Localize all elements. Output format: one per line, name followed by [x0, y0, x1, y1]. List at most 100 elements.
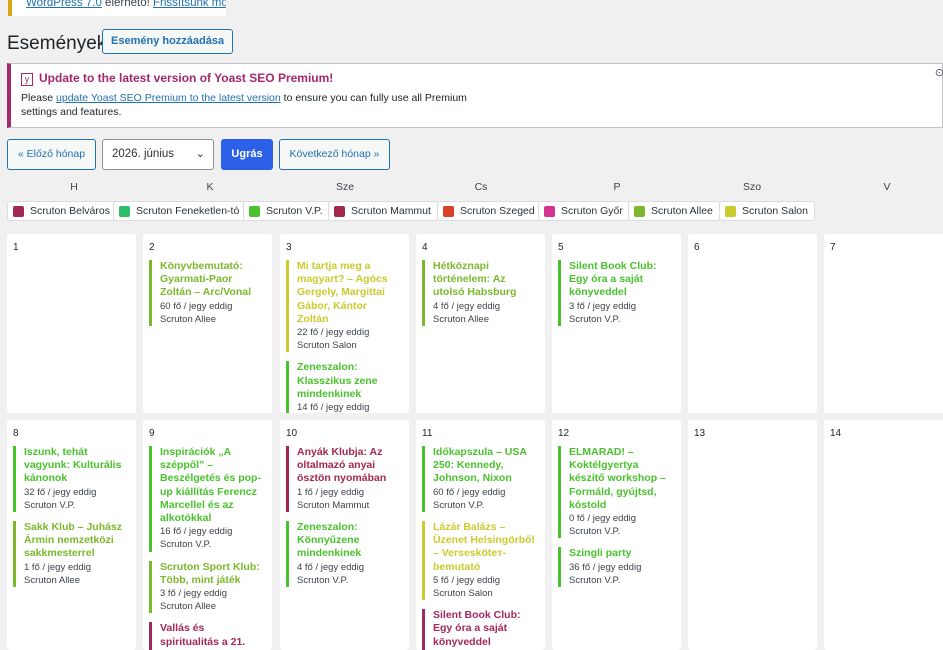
event-item[interactable]: Scruton Sport Klub: Több, mint játék 3 fő…: [149, 560, 266, 614]
event-title[interactable]: Silent Book Club: Egy óra a saját könyve…: [433, 609, 535, 649]
weekday-label: Sze: [335, 181, 355, 193]
weekday-label: H: [70, 181, 78, 193]
event-venue: Scruton V.P.: [569, 313, 621, 325]
event-venue: Scruton V.P.: [569, 574, 621, 586]
event-item[interactable]: Szingli party 36 fő / jegy eddig Scruton V…: [558, 547, 675, 588]
legend-label: Scruton V.P.: [266, 205, 323, 217]
day-number: 11: [422, 428, 433, 439]
event-item[interactable]: Lázár Balázs – Üzenet Helsingörből – Ver…: [422, 521, 539, 601]
legend-item[interactable]: Scruton V.P.: [243, 201, 330, 221]
event-title[interactable]: Iszunk, tehát vagyunk: Kulturális kánono…: [24, 446, 126, 486]
add-event-button[interactable]: Esemény hozzáadása: [102, 29, 234, 54]
legend-label: Scruton Salon: [742, 205, 808, 217]
calendar-day[interactable]: 9 Inspirációk „A széppől” – Beszélgetés é…: [143, 420, 272, 650]
notice-title: y Update to the latest version of Yoast S…: [21, 71, 333, 86]
calendar-day[interactable]: 6: [688, 234, 817, 413]
event-item[interactable]: Zeneszalon: Könnyűzene mindenkinek 4 fő /…: [286, 521, 403, 588]
event-title[interactable]: Scruton Sport Klub: Több, mint játék: [160, 561, 262, 587]
legend-label: Scruton Mammut: [351, 205, 431, 217]
legend-swatch: [725, 206, 736, 217]
yoast-icon: y: [21, 73, 33, 86]
event-title[interactable]: Szingli party: [569, 547, 671, 560]
event-seats: 0 fő / jegy eddig: [569, 513, 637, 525]
next-month-button[interactable]: Következő hónap »: [279, 139, 390, 170]
legend-item[interactable]: Scruton Feneketlen-tó: [113, 201, 247, 221]
event-title[interactable]: Mi tartja meg a magyart? – Agócs Gergely…: [297, 260, 399, 326]
calendar-day[interactable]: 3 Mi tartja meg a magyart? – Agócs Gergel…: [280, 234, 409, 413]
update-now-link[interactable]: Frissítsünk most!: [153, 0, 226, 9]
previous-month-button[interactable]: « Előző hónap: [7, 139, 96, 170]
yoast-update-notice: y Update to the latest version of Yoast S…: [7, 63, 943, 128]
event-item[interactable]: ELMARAD! – Koktélgyertya készítő worksho…: [558, 446, 675, 539]
event-item[interactable]: Inspirációk „A széppől” – Beszélgetés és…: [149, 446, 266, 552]
calendar-day[interactable]: 1: [7, 234, 136, 413]
calendar-day[interactable]: 5 Silent Book Club: Egy óra a saját könyv…: [552, 234, 681, 413]
legend-item[interactable]: Scruton Mammut: [328, 201, 438, 221]
event-item[interactable]: Időkapszula – USA 250: Kennedy, Johnson,…: [422, 446, 539, 513]
calendar-day[interactable]: 4 Hétköznapi történelem: Az utolsó Habsbu…: [416, 234, 545, 413]
event-title[interactable]: Vallás és spiritualitás a 21. században …: [160, 622, 262, 650]
event-title[interactable]: Silent Book Club: Egy óra a saját könyve…: [569, 260, 671, 300]
event-venue: Scruton V.P.: [24, 499, 76, 511]
calendar-day[interactable]: 13: [688, 420, 817, 650]
event-seats: 4 fő / jegy eddig: [297, 561, 365, 573]
event-seats: 1 fő / jegy eddig: [297, 486, 365, 498]
event-venue: Scruton Allee: [24, 574, 80, 586]
event-item[interactable]: Iszunk, tehát vagyunk: Kulturális kánono…: [13, 446, 130, 513]
event-item[interactable]: Zeneszalon: Klasszikus zene mindenkinek 1…: [286, 361, 403, 413]
event-seats: 14 fő / jegy eddig: [297, 402, 370, 413]
event-item[interactable]: Silent Book Club: Egy óra a saját könyve…: [422, 609, 539, 650]
legend-swatch: [634, 206, 645, 217]
calendar-day[interactable]: 7: [824, 234, 943, 413]
event-title[interactable]: Inspirációk „A széppől” – Beszélgetés és…: [160, 446, 262, 525]
event-item[interactable]: Anyák Klubja: Az oltalmazó anyai ösztön …: [286, 446, 403, 513]
event-seats: 3 fő / jegy eddig: [569, 300, 637, 312]
event-venue: Scruton V.P.: [297, 574, 349, 586]
event-title[interactable]: Hétköznapi történelem: Az utolsó Habsbur…: [433, 260, 535, 300]
legend-item[interactable]: Scruton Győr: [538, 201, 630, 221]
weekday-label: P: [613, 181, 621, 193]
event-item[interactable]: Vallás és spiritualitás a 21. században …: [149, 622, 266, 650]
event-item[interactable]: Silent Book Club: Egy óra a saját könyve…: [558, 260, 675, 327]
event-title[interactable]: Anyák Klubja: Az oltalmazó anyai ösztön …: [297, 446, 399, 486]
event-item[interactable]: Könyvbemutató: Gyarmati-Paor Zoltán – Ar…: [149, 260, 266, 327]
day-number: 1: [13, 242, 19, 253]
event-title[interactable]: Időkapszula – USA 250: Kennedy, Johnson,…: [433, 446, 535, 486]
event-item[interactable]: Hétköznapi történelem: Az utolsó Habsbur…: [422, 260, 539, 327]
calendar-day[interactable]: 10 Anyák Klubja: Az oltalmazó anyai ösztö…: [280, 420, 409, 650]
legend-item[interactable]: Scruton Belváros: [7, 201, 117, 221]
event-item[interactable]: Sakk Klub – Juhász Ármin nemzetközi sakk…: [13, 521, 130, 588]
event-seats: 3 fő / jegy eddig: [160, 588, 228, 600]
event-venue: Scruton Mammut: [297, 499, 370, 511]
month-select[interactable]: 2026. június ⌄: [102, 139, 214, 170]
event-title[interactable]: Könyvbemutató: Gyarmati-Paor Zoltán – Ar…: [160, 260, 262, 300]
wordpress-version-link[interactable]: WordPress 7.0: [26, 0, 102, 9]
day-events: Silent Book Club: Egy óra a saját könyve…: [558, 260, 675, 335]
event-title[interactable]: Zeneszalon: Könnyűzene mindenkinek: [297, 521, 399, 561]
legend-item[interactable]: Scruton Salon: [719, 201, 815, 221]
event-item[interactable]: Mi tartja meg a magyart? – Agócs Gergely…: [286, 260, 403, 353]
calendar-day[interactable]: 12 ELMARAD! – Koktélgyertya készítő works…: [552, 420, 681, 650]
calendar-day[interactable]: 2 Könyvbemutató: Gyarmati-Paor Zoltán – A…: [143, 234, 272, 413]
dismiss-notice-icon[interactable]: ⊙: [935, 66, 943, 79]
day-events: Könyvbemutató: Gyarmati-Paor Zoltán – Ar…: [149, 260, 266, 335]
calendar-day[interactable]: 8 Iszunk, tehát vagyunk: Kulturális kánon…: [7, 420, 136, 650]
day-events: Mi tartja meg a magyart? – Agócs Gergely…: [286, 260, 403, 413]
event-seats: 36 fő / jegy eddig: [569, 561, 642, 573]
event-seats: 32 fő / jegy eddig: [24, 486, 97, 498]
calendar-day[interactable]: 11 Időkapszula – USA 250: Kennedy, Johnso…: [416, 420, 545, 650]
event-venue: Scruton V.P.: [160, 539, 212, 551]
calendar-day[interactable]: 14: [824, 420, 943, 650]
day-events: Anyák Klubja: Az oltalmazó anyai ösztön …: [286, 446, 403, 596]
event-title[interactable]: ELMARAD! – Koktélgyertya készítő worksho…: [569, 446, 671, 512]
legend-item[interactable]: Scruton Allee: [628, 201, 720, 221]
event-venue: Scruton Salon: [433, 588, 493, 600]
event-title[interactable]: Zeneszalon: Klasszikus zene mindenkinek: [297, 361, 399, 401]
legend-item[interactable]: Scruton Szeged: [437, 201, 542, 221]
event-title[interactable]: Lázár Balázs – Üzenet Helsingörből – Ver…: [433, 521, 535, 574]
day-events: Hétköznapi történelem: Az utolsó Habsbur…: [422, 260, 539, 335]
event-title[interactable]: Sakk Klub – Juhász Ármin nemzetközi sakk…: [24, 521, 126, 561]
update-yoast-link[interactable]: update Yoast SEO Premium to the latest v…: [56, 92, 281, 104]
event-seats: 16 fő / jegy eddig: [160, 526, 233, 538]
go-button[interactable]: Ugrás: [221, 139, 273, 170]
